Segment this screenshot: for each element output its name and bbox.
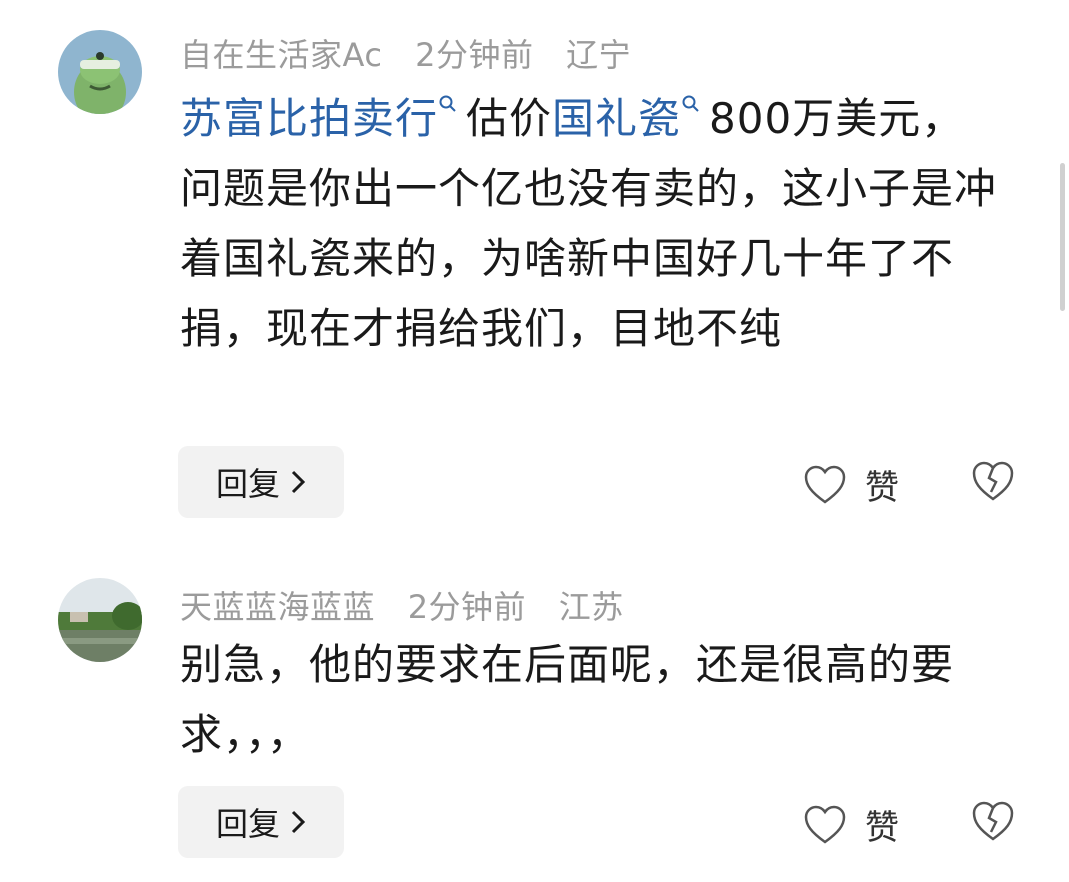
heart-icon: [804, 465, 846, 504]
comment-text: 苏富比拍卖行 估价国礼瓷 800万美元，问题是你出一个亿也没有卖的，这小子是冲着国礼…: [180, 84, 1000, 364]
reply-button[interactable]: 回复: [178, 786, 344, 858]
search-icon[interactable]: [438, 94, 458, 114]
username[interactable]: 天蓝蓝海蓝蓝: [180, 588, 375, 626]
search-link[interactable]: 苏富比拍卖行: [180, 94, 438, 143]
reply-label: 回复: [215, 465, 280, 503]
comment-text: 别急，他的要求在后面呢，还是很高的要求，，，: [180, 640, 955, 759]
like-button[interactable]: 赞: [803, 460, 899, 509]
reply-button[interactable]: 回复: [178, 446, 344, 518]
landscape-photo-avatar-icon: [58, 578, 142, 662]
reply-label: 回复: [215, 805, 280, 843]
like-label: 赞: [865, 468, 899, 508]
avatar[interactable]: [58, 30, 142, 114]
search-link[interactable]: 国礼瓷: [552, 94, 681, 143]
broken-heart-icon[interactable]: [970, 800, 1016, 842]
heart-icon: [804, 805, 846, 844]
search-icon[interactable]: [681, 94, 701, 114]
timestamp: 2分钟前: [407, 588, 527, 626]
username[interactable]: 自在生活家Ac: [180, 36, 382, 74]
scrollbar[interactable]: [1060, 163, 1065, 311]
comment-meta: 自在生活家Ac 2分钟前 辽宁: [180, 30, 653, 76]
location: 江苏: [558, 588, 624, 626]
broken-heart-icon[interactable]: [970, 460, 1016, 502]
like-label: 赞: [865, 808, 899, 848]
comment-meta: 天蓝蓝海蓝蓝 2分钟前 江苏: [180, 582, 646, 628]
comment-text-segment: 估价: [466, 94, 553, 143]
green-creature-avatar-icon: [58, 30, 142, 114]
chevron-right-icon: [291, 810, 306, 834]
chevron-right-icon: [291, 470, 306, 494]
timestamp: 2分钟前: [415, 36, 534, 74]
like-button[interactable]: 赞: [803, 800, 899, 849]
avatar[interactable]: [58, 578, 142, 662]
location: 辽宁: [566, 36, 632, 74]
